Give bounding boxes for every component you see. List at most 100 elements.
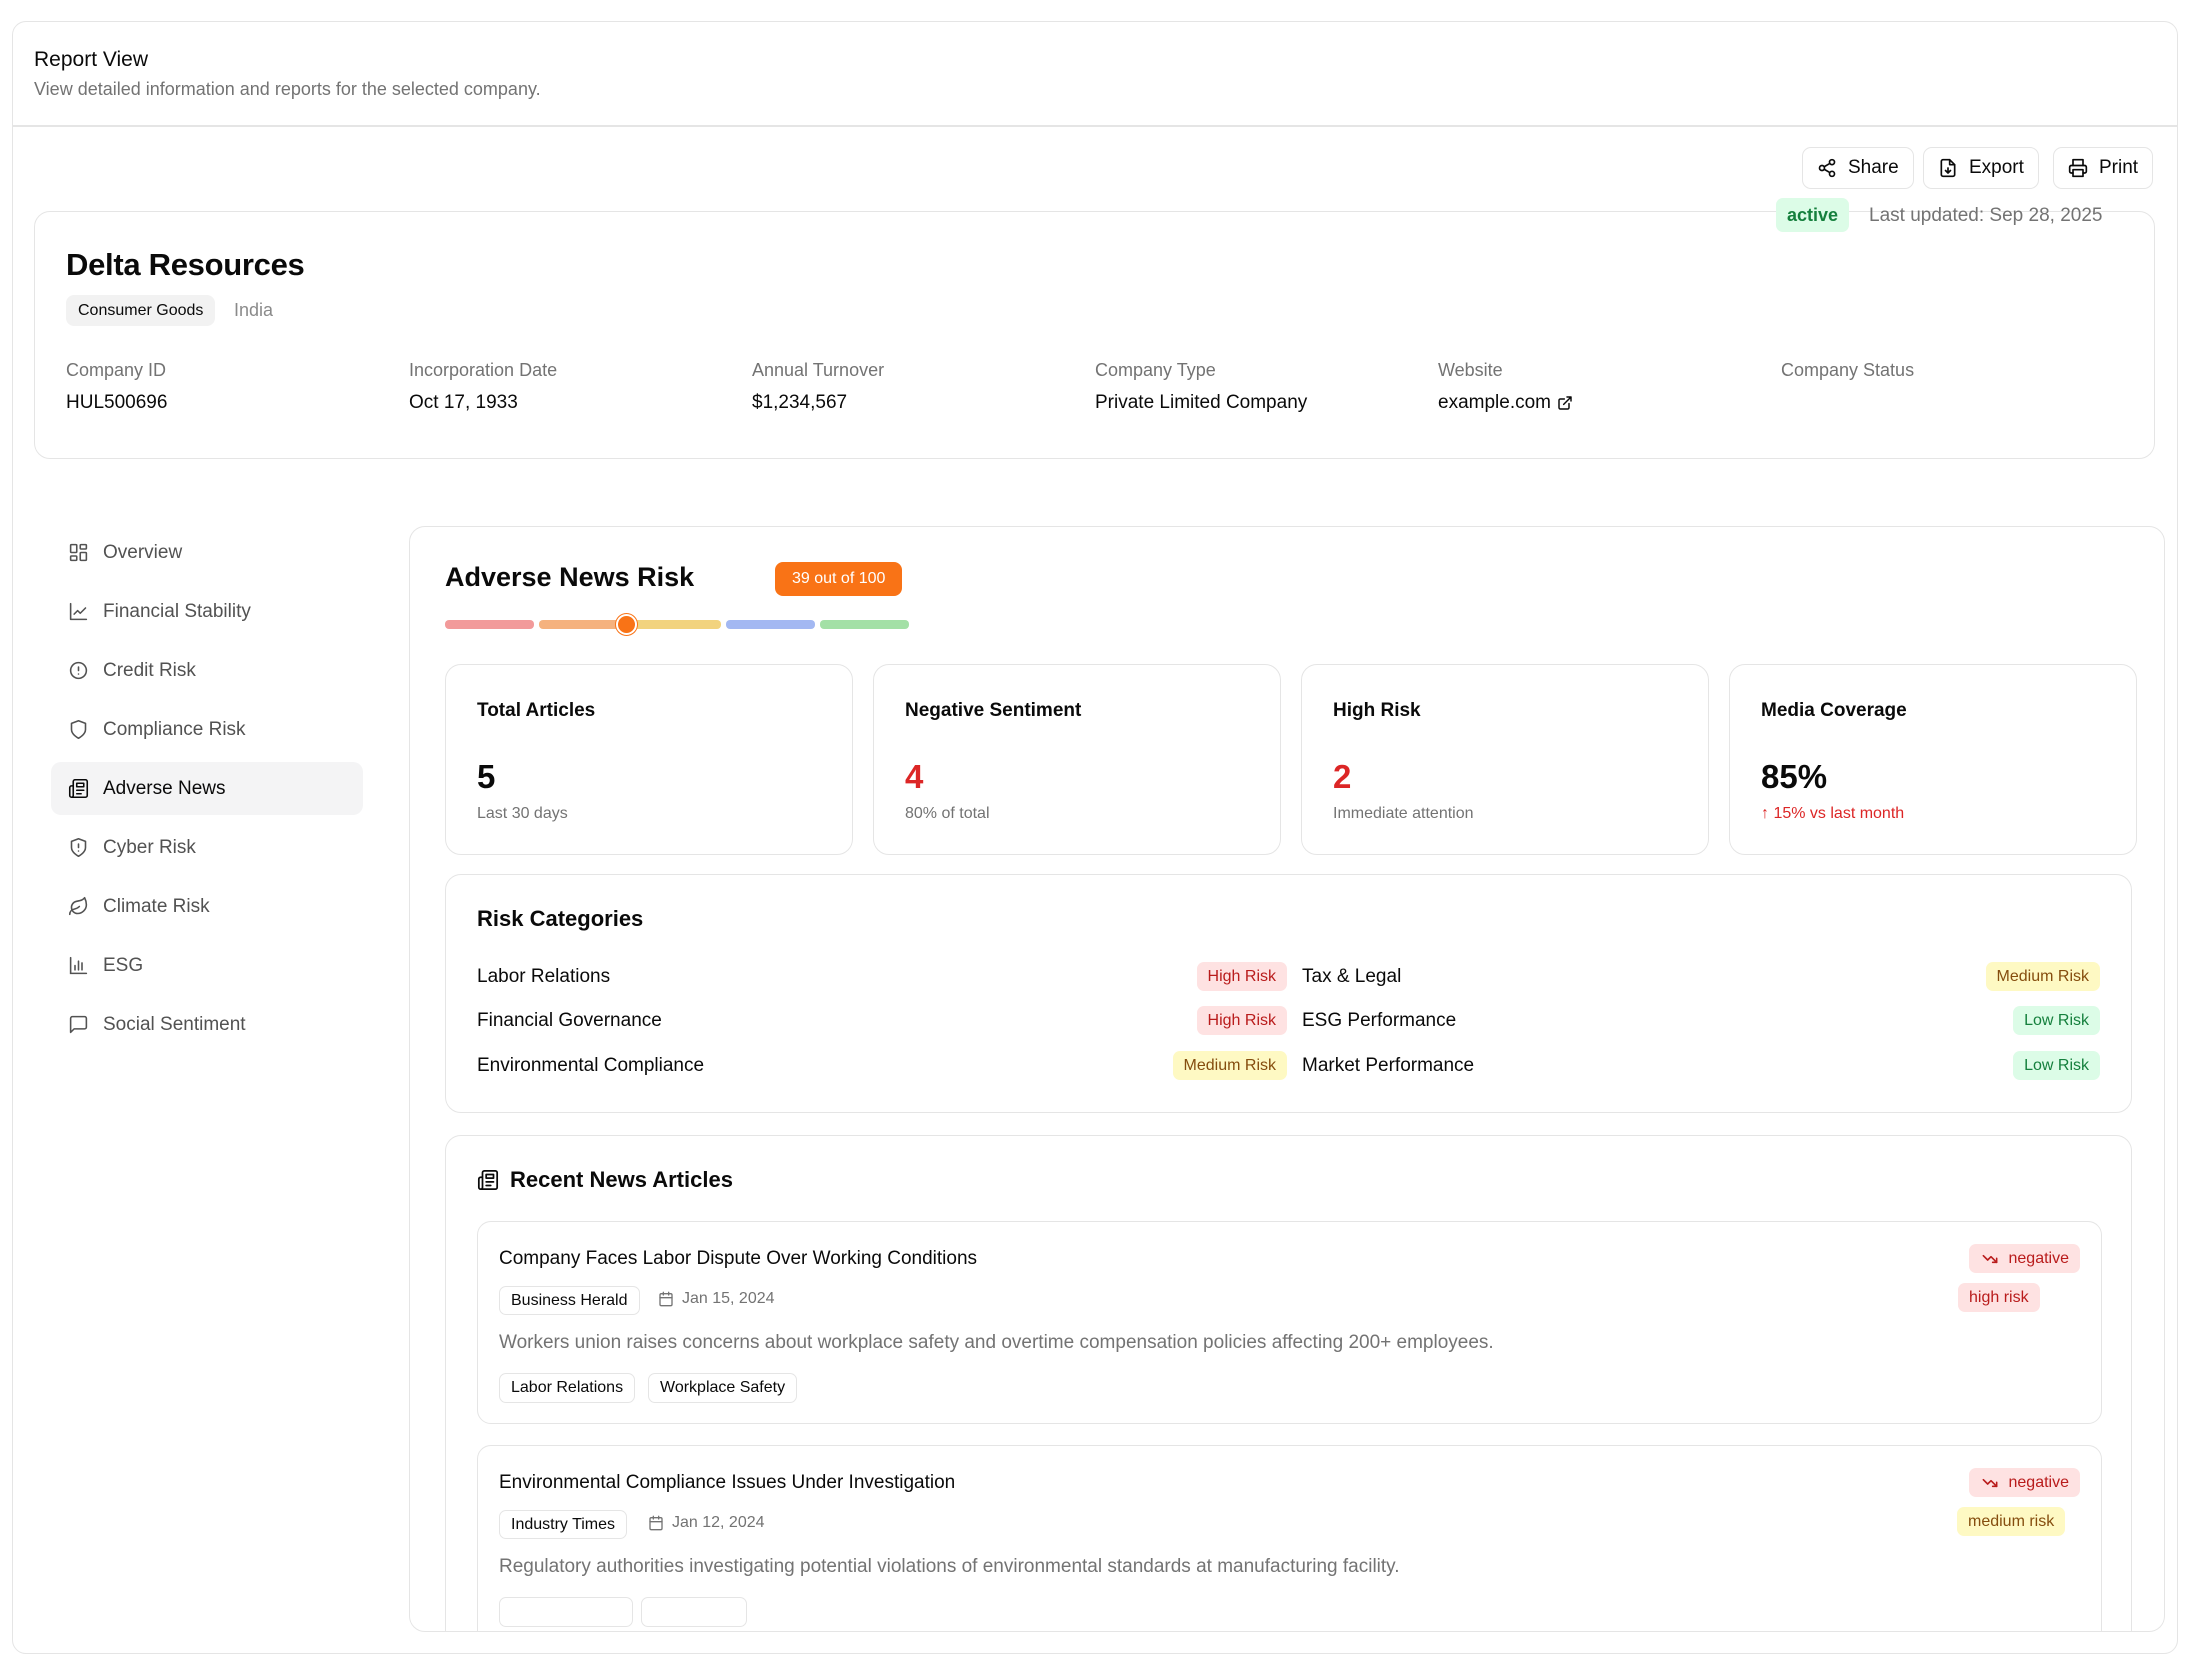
website-value: example.com (1438, 392, 1551, 413)
report-window: Report View View detailed information an… (12, 21, 2178, 1654)
adverse-news-title: Adverse News Risk (445, 562, 695, 592)
article-title: Company Faces Labor Dispute Over Working… (499, 1248, 978, 1269)
sentiment-badge: negative (1968, 1244, 2080, 1273)
risk-scale-segment-4 (726, 620, 815, 629)
newspaper-icon (477, 1169, 499, 1191)
last-updated: Last updated: Sep 28, 2025 (1869, 205, 2103, 226)
risk-scale-segment-5 (820, 620, 909, 629)
message-square-icon (69, 1015, 88, 1034)
print-button[interactable]: Print (2053, 147, 2154, 189)
article-tag: Labor Relations (499, 1373, 636, 1403)
company-status-label: Company Status (1781, 360, 1915, 380)
export-button[interactable]: Export (1923, 147, 2039, 189)
category-risk-badge: High Risk (1196, 1006, 1287, 1035)
page-subtitle: View detailed information and reports fo… (34, 79, 541, 99)
printer-icon (2068, 158, 2088, 178)
risk-scale-segment-3 (632, 620, 721, 629)
status-badge: active (1776, 198, 1850, 232)
sentiment-label: negative (2008, 1473, 2070, 1491)
category-risk-badge: Low Risk (2013, 1051, 2100, 1080)
share-label: Share (1848, 157, 1899, 178)
sidebar-item-adverse-news[interactable]: Adverse News (51, 762, 363, 815)
sidebar-item-label: Adverse News (103, 777, 226, 799)
category-risk-badge: Medium Risk (1172, 1051, 1287, 1080)
risk-score-badge: 39 out of 100 (775, 562, 903, 596)
stat-label: Negative Sentiment (905, 700, 1082, 721)
sidebar-item-label: Compliance Risk (103, 718, 246, 740)
stat-card-total-articles: Total Articles 5 Last 30 days (445, 664, 853, 855)
risk-categories-card: Risk Categories Labor Relations High Ris… (445, 874, 2132, 1113)
article-source: Industry Times (499, 1510, 628, 1539)
category-name: Tax & Legal (1302, 966, 1402, 987)
article-tag (641, 1597, 747, 1627)
dashboard-icon (69, 543, 88, 562)
recent-news-heading: Recent News Articles (477, 1167, 733, 1193)
sidebar-item-overview[interactable]: Overview (51, 526, 363, 579)
sidebar-item-label: Credit Risk (103, 659, 196, 681)
sidebar-item-financial-stability[interactable]: Financial Stability (51, 585, 363, 638)
sidebar-item-climate-risk[interactable]: Climate Risk (51, 880, 363, 933)
company-type-value: Private Limited Company (1095, 392, 1308, 413)
stat-label: Total Articles (477, 700, 596, 721)
stat-card-high-risk: High Risk 2 Immediate attention (1301, 664, 1709, 855)
sidebar-item-label: ESG (103, 954, 144, 976)
news-article[interactable]: Company Faces Labor Dispute Over Working… (477, 1221, 2102, 1424)
external-link-icon (1558, 396, 1572, 410)
category-risk-badge: High Risk (1196, 962, 1287, 991)
stat-label: High Risk (1333, 700, 1421, 721)
sidebar-item-compliance-risk[interactable]: Compliance Risk (51, 703, 363, 756)
category-risk-badge: Medium Risk (1985, 962, 2100, 991)
shield-icon (70, 719, 87, 740)
incorporation-date-label: Incorporation Date (409, 360, 558, 380)
article-source: Business Herald (499, 1286, 640, 1315)
article-date: Jan 15, 2024 (658, 1290, 775, 1308)
sidebar-item-credit-risk[interactable]: Credit Risk (51, 644, 363, 697)
sidebar-item-label: Financial Stability (103, 600, 251, 622)
article-date-text: Jan 12, 2024 (672, 1514, 765, 1531)
incorporation-date-value: Oct 17, 1933 (409, 392, 518, 413)
header-divider (13, 125, 2177, 127)
article-date: Jan 12, 2024 (648, 1514, 765, 1532)
stat-value: 85% (1761, 758, 1828, 795)
category-name: Financial Governance (477, 1010, 662, 1031)
stat-value: 2 (1333, 758, 1352, 795)
stat-label: Media Coverage (1761, 700, 1907, 721)
article-risk-badge: medium risk (1957, 1507, 2066, 1536)
sidebar-item-label: Cyber Risk (103, 836, 196, 858)
export-label: Export (1969, 157, 2024, 178)
stat-subtext: Immediate attention (1333, 805, 1474, 822)
adverse-news-panel: Adverse News Risk 39 out of 100 Total Ar… (409, 526, 2165, 1632)
sidebar-item-label: Climate Risk (103, 895, 210, 917)
sidebar-item-esg[interactable]: ESG (51, 939, 363, 992)
page-title: Report View (34, 48, 149, 71)
article-date-text: Jan 15, 2024 (682, 1290, 775, 1307)
risk-scale-segment-2 (539, 620, 628, 629)
sentiment-label: negative (2008, 1249, 2070, 1267)
company-name: Delta Resources (66, 247, 305, 282)
industry-badge: Consumer Goods (66, 295, 216, 326)
stat-card-negative-sentiment: Negative Sentiment 4 80% of total (873, 664, 1281, 855)
bar-chart-icon (69, 956, 88, 975)
category-name: Labor Relations (477, 966, 611, 987)
trending-down-icon (1982, 1478, 1997, 1487)
article-summary: Workers union raises concerns about work… (499, 1332, 1494, 1353)
website-link[interactable]: example.com (1438, 392, 1573, 414)
category-name: Market Performance (1302, 1055, 1475, 1076)
share-button[interactable]: Share (1802, 147, 1914, 189)
sentiment-badge: negative (1968, 1468, 2080, 1497)
stat-subtext: 80% of total (905, 805, 990, 822)
company-type-label: Company Type (1095, 360, 1216, 380)
recent-news-title: Recent News Articles (510, 1167, 733, 1192)
website-label: Website (1438, 360, 1503, 380)
company-country: India (234, 300, 274, 320)
article-risk-badge: high risk (1958, 1283, 2040, 1312)
stat-value: 4 (905, 758, 924, 795)
risk-score-indicator (615, 614, 637, 635)
news-article[interactable]: Environmental Compliance Issues Under In… (477, 1445, 2102, 1631)
shield-alert-icon (70, 837, 87, 858)
sidebar-item-social-sentiment[interactable]: Social Sentiment (51, 998, 363, 1051)
category-name: ESG Performance (1302, 1010, 1457, 1031)
share-icon (1818, 158, 1836, 178)
sidebar-item-cyber-risk[interactable]: Cyber Risk (51, 821, 363, 874)
company-id-label: Company ID (66, 360, 167, 380)
